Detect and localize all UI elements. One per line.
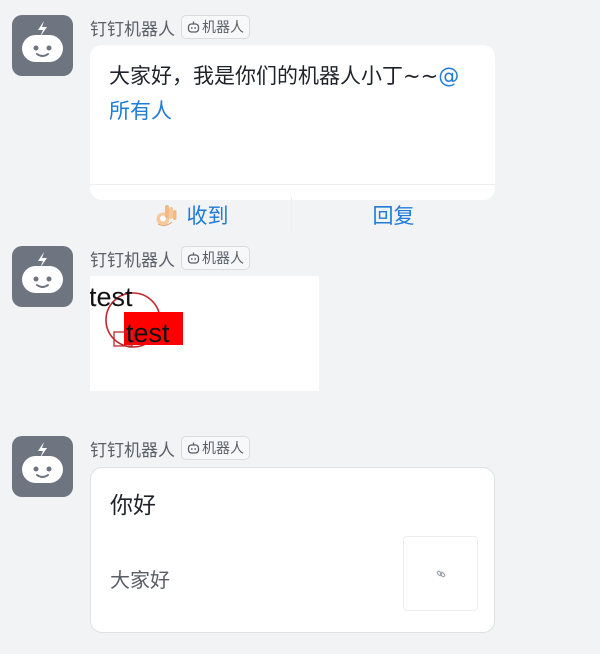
sender-name: 钉钉机器人: [90, 250, 175, 271]
link-card-thumbnail[interactable]: [403, 536, 478, 611]
image-text-top: test: [90, 282, 133, 312]
robot-tag-icon: [187, 21, 200, 33]
action-card: 大家好，我是你们的机器人小丁~~@所有人 收到 回复: [90, 45, 495, 233]
robot-tag: 机器人: [181, 436, 250, 460]
robot-tag-label: 机器人: [202, 20, 244, 36]
robot-tag-label: 机器人: [202, 441, 244, 457]
broken-link-icon: [436, 570, 445, 577]
image-message[interactable]: test test: [90, 276, 319, 391]
card-text: 大家好，我是你们的机器人小丁~~@所有人: [109, 59, 479, 129]
robot-avatar[interactable]: [12, 15, 73, 76]
link-card-title: 你好: [110, 493, 156, 519]
ok-hand-icon: [156, 205, 176, 227]
robot-tag: 机器人: [181, 15, 250, 39]
received-button-label: 收到: [186, 204, 229, 228]
robot-avatar[interactable]: [12, 246, 73, 307]
image-text-highlight: test: [126, 318, 170, 348]
robot-tag-label: 机器人: [202, 251, 244, 267]
link-card-description: 大家好: [110, 568, 170, 592]
robot-tag-icon: [187, 442, 200, 454]
sender-meta: 钉钉机器人 机器人: [90, 245, 250, 271]
robot-tag-icon: [187, 252, 200, 264]
test-image: test test: [90, 276, 319, 391]
card-message: 大家好，我是你们的机器人小丁~~: [109, 64, 439, 88]
sender-name: 钉钉机器人: [90, 19, 175, 40]
message-1: 钉钉机器人 机器人 大家好，我是你们的机器人小丁~~@所有人 收到 回复: [0, 0, 600, 233]
link-card[interactable]: 你好 大家好: [90, 467, 495, 633]
sender-name: 钉钉机器人: [90, 440, 175, 461]
reply-button-label: 回复: [372, 204, 415, 228]
sender-meta: 钉钉机器人 机器人: [90, 435, 250, 461]
robot-avatar[interactable]: [12, 436, 73, 497]
robot-tag: 机器人: [181, 246, 250, 270]
sender-meta: 钉钉机器人 机器人: [90, 14, 250, 40]
